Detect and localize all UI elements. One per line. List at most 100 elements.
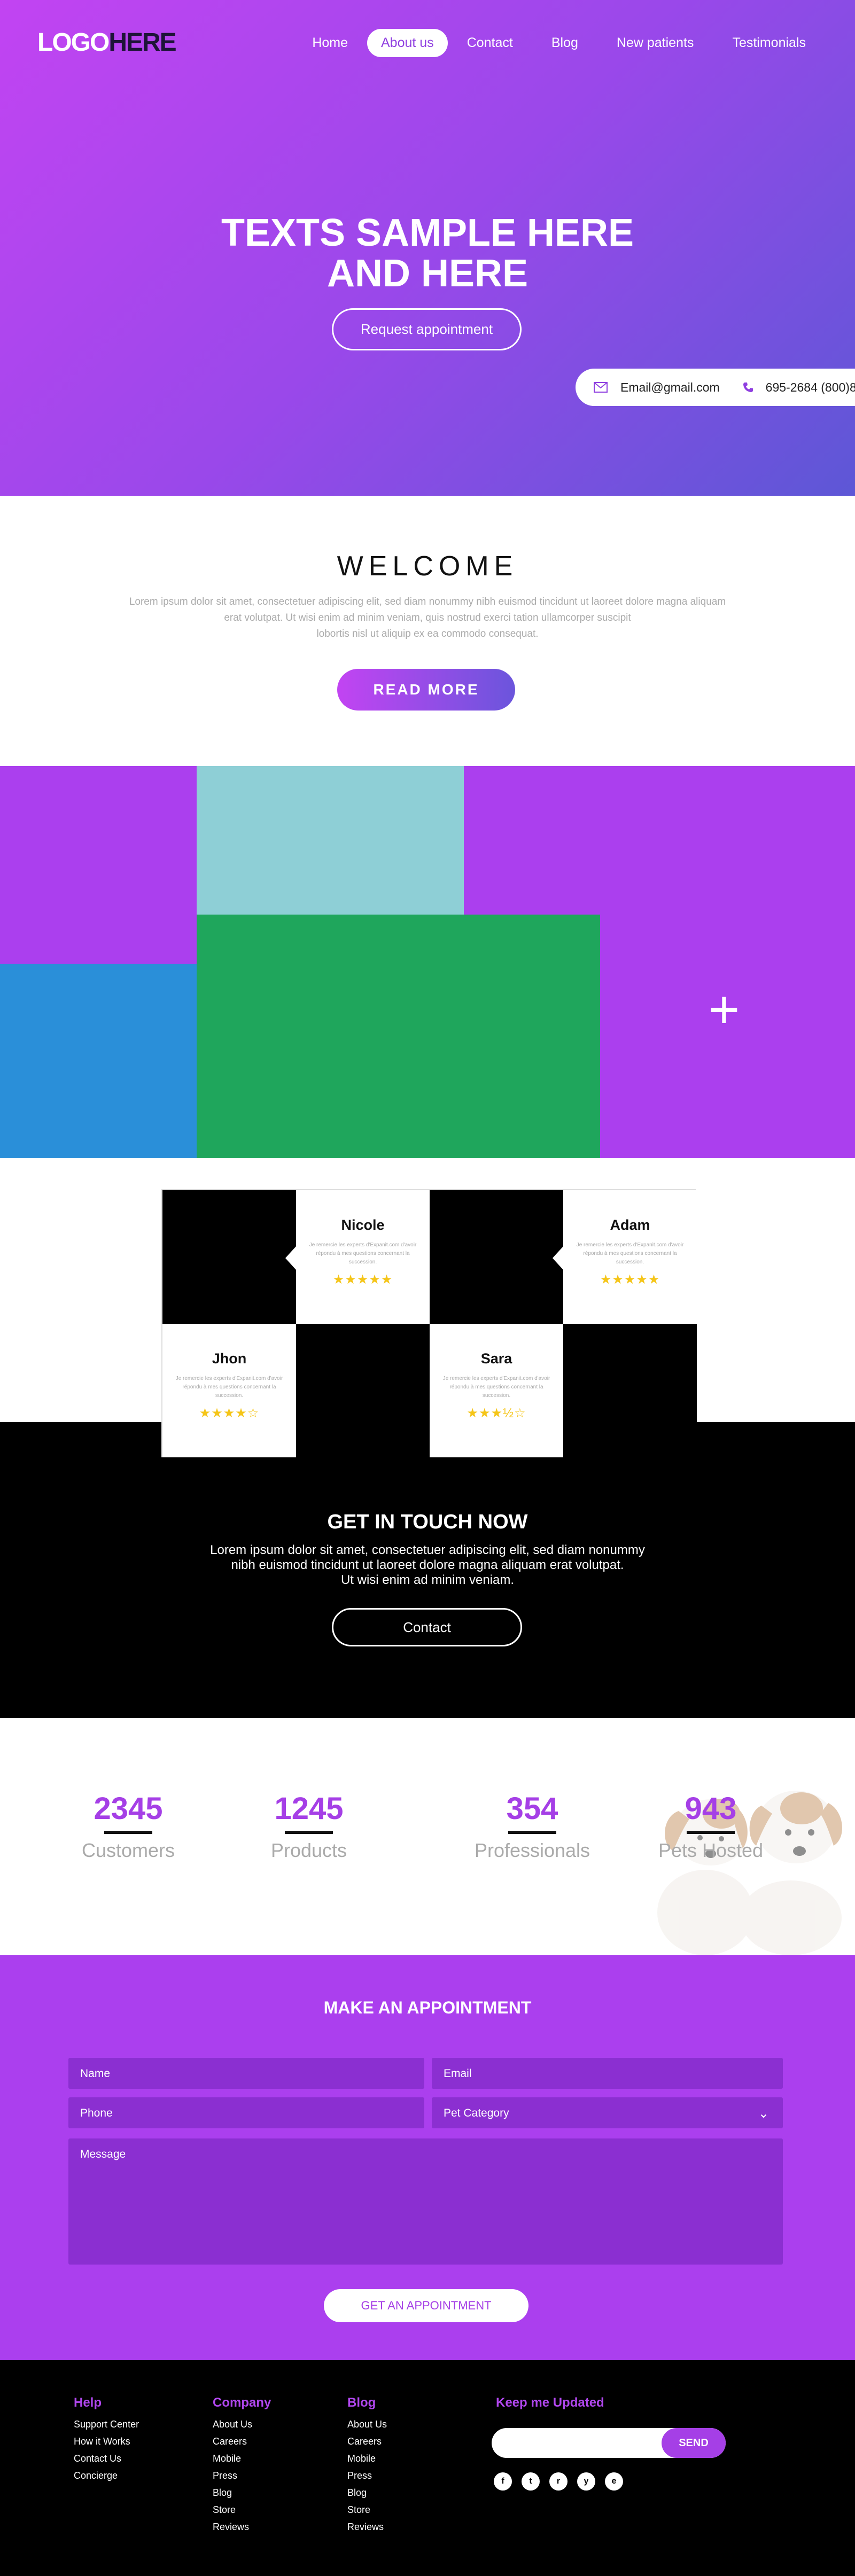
pet-category-select[interactable]: Pet Category ⌄ <box>432 2097 783 2128</box>
testimonial-name: Jhon <box>212 1351 247 1367</box>
main-nav: Home About us Contact Blog New patients … <box>293 28 825 58</box>
footer-link[interactable]: Careers <box>347 2433 387 2450</box>
testimonial-photo <box>162 1190 296 1324</box>
get-in-touch-line: Lorem ipsum dolor sit amet, consectetuer… <box>210 1543 645 1557</box>
stat-divider <box>508 1831 556 1834</box>
name-field[interactable]: Name <box>68 2058 424 2089</box>
footer-link[interactable]: Press <box>213 2467 271 2484</box>
message-field[interactable]: Message <box>68 2138 783 2265</box>
nav-blog[interactable]: Blog <box>532 28 597 58</box>
get-in-touch-title: GET IN TOUCH NOW <box>327 1511 528 1533</box>
contact-info-pill: Email@gmail.com 695-2684 (800)8 <box>576 369 855 406</box>
testimonial-text: Je remercie les experts d'Expanit.com d'… <box>175 1376 283 1399</box>
hero-title-line2: AND HERE <box>327 252 528 295</box>
footer-help-column: Help Support Center How it Works Contact… <box>74 2395 139 2484</box>
stat-divider <box>687 1831 735 1834</box>
mosaic-tile-green[interactable] <box>197 915 600 1158</box>
rss-icon[interactable]: r <box>549 2472 568 2491</box>
footer-link[interactable]: Contact Us <box>74 2450 139 2467</box>
request-appointment-button[interactable]: Request appointment <box>332 308 522 350</box>
nav-new-patients[interactable]: New patients <box>597 28 713 58</box>
phone-icon <box>740 381 756 393</box>
testimonial-photo <box>430 1190 563 1324</box>
stat-customers: 2345 Customers <box>48 1791 208 1862</box>
get-appointment-button[interactable]: GET AN APPOINTMENT <box>324 2289 528 2322</box>
etsy-icon[interactable]: e <box>605 2472 623 2491</box>
testimonial-card: Adam Je remercie les experts d'Expanit.c… <box>553 1190 697 1324</box>
footer-link[interactable]: Store <box>347 2501 387 2518</box>
testimonial-name: Nicole <box>341 1217 385 1233</box>
mosaic-tile-teal[interactable] <box>197 766 464 916</box>
footer-heading: Help <box>74 2395 102 2410</box>
testimonial-name: Adam <box>610 1217 650 1233</box>
nav-contact[interactable]: Contact <box>448 28 532 58</box>
send-button[interactable]: SEND <box>662 2428 726 2458</box>
get-in-touch-text: Lorem ipsum dolor sit amet, consectetuer… <box>160 1543 695 1588</box>
stat-label: Products <box>270 1839 347 1861</box>
read-more-button[interactable]: READ MORE <box>337 669 515 711</box>
card-pointer <box>285 1246 296 1270</box>
footer-link[interactable]: About Us <box>213 2416 271 2433</box>
logo[interactable]: LOGOHERE <box>37 28 177 57</box>
facebook-icon[interactable]: f <box>494 2472 512 2491</box>
phone-text[interactable]: 695-2684 (800)8 <box>766 380 855 395</box>
welcome-text-line: erat volutpat. Ut wisi enim ad minim ven… <box>224 612 631 623</box>
chevron-down-icon: ⌄ <box>758 2106 769 2121</box>
hero-title: TEXTS SAMPLE HERE AND HERE <box>0 213 855 294</box>
hero-section: LOGOHERE Home About us Contact Blog New … <box>0 0 855 496</box>
footer-heading: Company <box>213 2395 271 2410</box>
pet-category-placeholder: Pet Category <box>444 2107 509 2119</box>
stat-pets-hosted: 943 Pets Hosted <box>631 1791 791 1862</box>
appointment-title: MAKE AN APPOINTMENT <box>323 1998 532 2017</box>
logo-text-secondary: HERE <box>108 28 176 57</box>
footer-blog-column: Blog About Us Careers Mobile Press Blog … <box>347 2395 387 2535</box>
nav-home[interactable]: Home <box>293 28 367 58</box>
footer-link[interactable]: Concierge <box>74 2467 139 2484</box>
twitter-icon[interactable]: t <box>522 2472 540 2491</box>
footer-link[interactable]: Press <box>347 2467 387 2484</box>
stat-divider <box>104 1831 152 1834</box>
welcome-text-line: lobortis nisl ut aliquip ex ea commodo c… <box>316 628 539 639</box>
footer-link[interactable]: Support Center <box>74 2416 139 2433</box>
rating-stars: ★★★★★ <box>600 1273 660 1287</box>
welcome-text: Lorem ipsum dolor sit amet, consectetuer… <box>96 594 759 642</box>
stat-number: 1245 <box>274 1791 344 1826</box>
email-field[interactable]: Email <box>432 2058 783 2089</box>
footer-link[interactable]: How it Works <box>74 2433 139 2450</box>
testimonial-card: Jhon Je remercie les experts d'Expanit.c… <box>162 1324 307 1457</box>
testimonial-name: Sara <box>480 1351 512 1367</box>
welcome-text-line: Lorem ipsum dolor sit amet, consectetuer… <box>129 596 726 607</box>
footer-company-column: Company About Us Careers Mobile Press Bl… <box>213 2395 271 2535</box>
footer-link[interactable]: Mobile <box>213 2450 271 2467</box>
phone-field[interactable]: Phone <box>68 2097 424 2128</box>
testimonial-card: Sara Je remercie les experts d'Expanit.c… <box>430 1324 574 1457</box>
testimonial-text: Je remercie les experts d'Expanit.com d'… <box>576 1242 684 1265</box>
nav-about-us[interactable]: About us <box>367 29 448 57</box>
contact-button[interactable]: Contact <box>332 1608 522 1646</box>
footer-link[interactable]: Careers <box>213 2433 271 2450</box>
email-text[interactable]: Email@gmail.com <box>620 380 720 395</box>
stat-divider <box>285 1831 333 1834</box>
testimonial-text: Je remercie les experts d'Expanit.com d'… <box>309 1242 417 1265</box>
image-mosaic <box>0 766 855 1158</box>
footer-link[interactable]: Blog <box>213 2484 271 2501</box>
welcome-title: WELCOME <box>337 551 518 582</box>
footer-link[interactable]: Reviews <box>347 2518 387 2535</box>
rating-stars: ★★★★★ <box>332 1273 393 1287</box>
nav-testimonials[interactable]: Testimonials <box>713 28 825 58</box>
plus-icon[interactable]: + <box>700 983 748 1036</box>
footer-link[interactable]: About Us <box>347 2416 387 2433</box>
card-pointer <box>553 1246 563 1270</box>
logo-text-primary: LOGO <box>37 28 110 57</box>
footer-link[interactable]: Mobile <box>347 2450 387 2467</box>
footer-link[interactable]: Store <box>213 2501 271 2518</box>
hero-title-line1: TEXTS SAMPLE HERE <box>221 212 634 254</box>
yelp-icon[interactable]: y <box>577 2472 595 2491</box>
testimonials-grid: Nicole Je remercie les experts d'Expanit… <box>161 1189 697 1457</box>
email-placeholder: Email <box>444 2067 472 2080</box>
mosaic-tile-blue[interactable] <box>0 964 198 1158</box>
envelope-icon <box>593 381 609 393</box>
footer-link[interactable]: Reviews <box>213 2518 271 2535</box>
footer-link[interactable]: Blog <box>347 2484 387 2501</box>
footer-newsletter-heading: Keep me Updated <box>496 2395 604 2416</box>
